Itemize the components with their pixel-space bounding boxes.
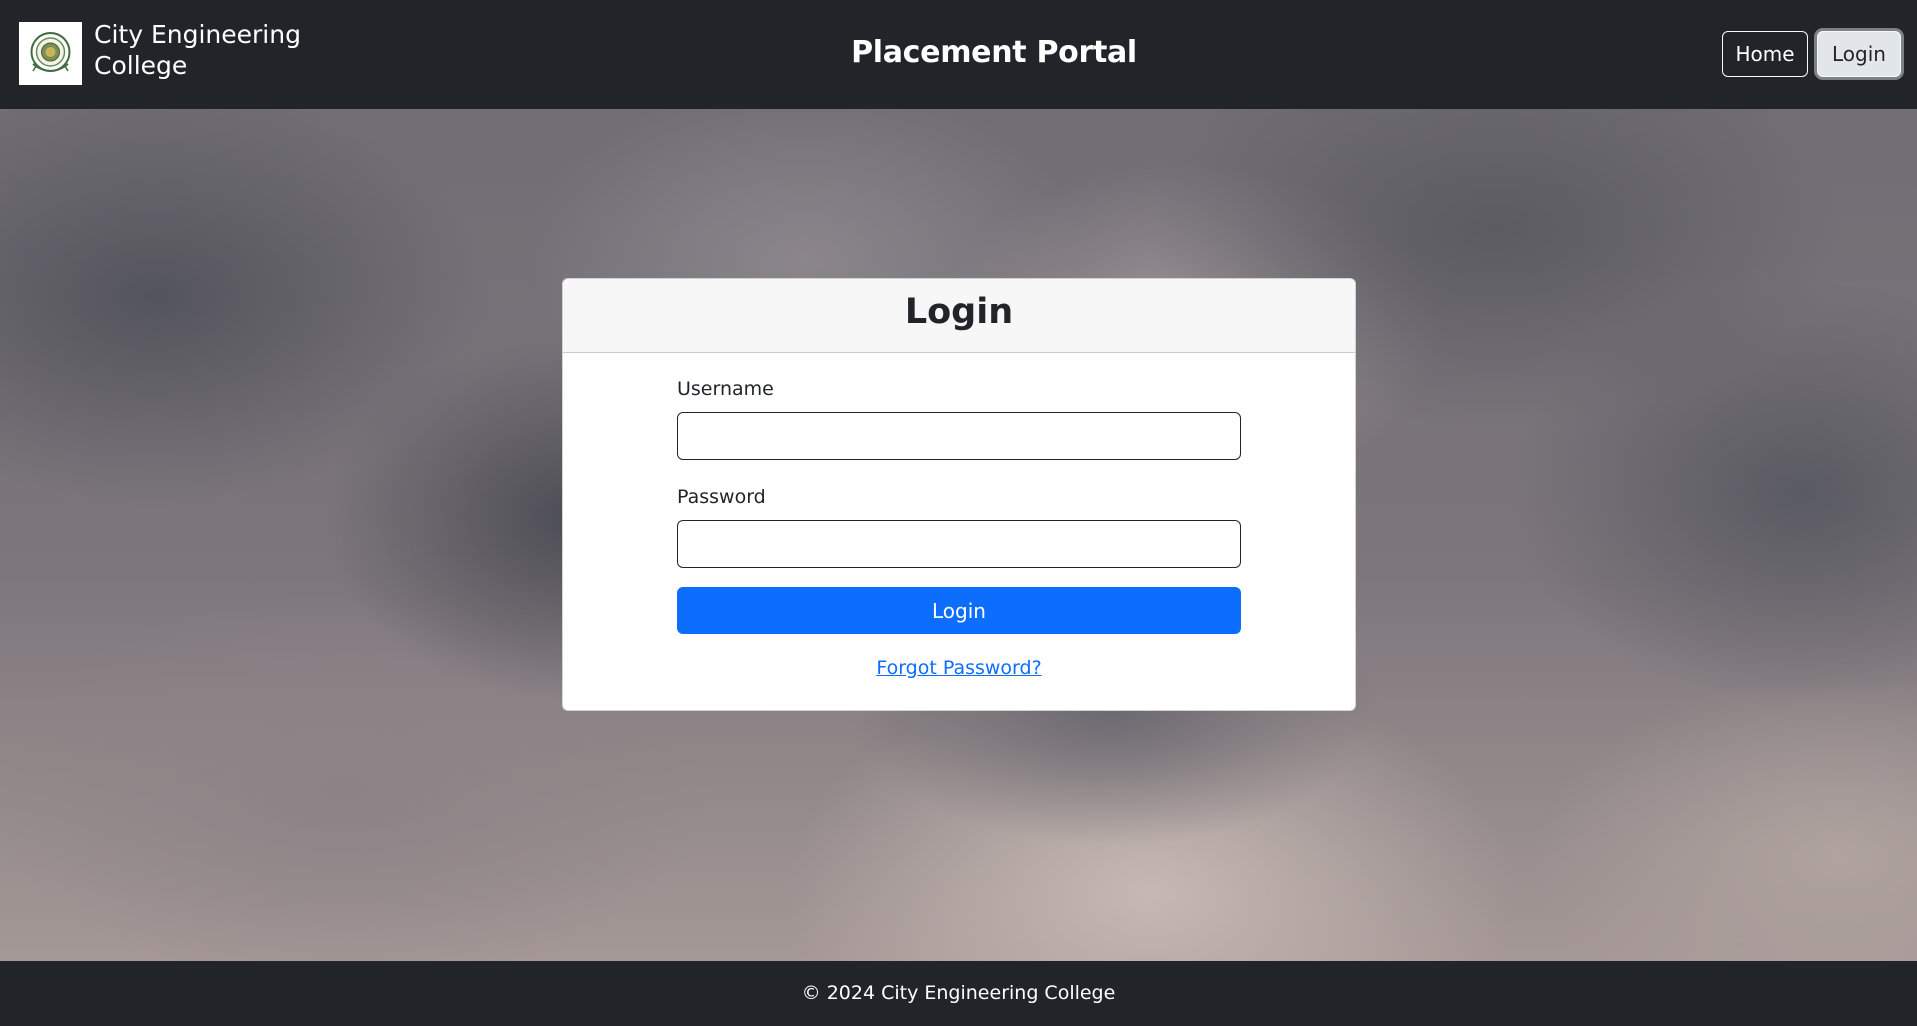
card-header: Login [563,279,1355,353]
background-image: Login Username Password Login Forgot Pas… [0,109,1917,961]
password-input[interactable] [677,520,1241,568]
login-submit-button[interactable]: Login [677,587,1241,634]
footer-copyright: © 2024 City Engineering College [801,982,1116,1004]
username-input[interactable] [677,412,1241,460]
home-button[interactable]: Home [1722,31,1808,77]
username-label: Username [677,378,774,400]
login-card: Login Username Password Login Forgot Pas… [562,278,1356,711]
login-nav-button[interactable]: Login [1817,31,1901,77]
password-label: Password [677,486,766,508]
footer: © 2024 City Engineering College [0,961,1917,1026]
login-title: Login [904,292,1014,332]
page-title: Placement Portal [851,35,1137,70]
navbar: City Engineering College Placement Porta… [0,0,1917,109]
forgot-password-link[interactable]: Forgot Password? [563,655,1355,681]
